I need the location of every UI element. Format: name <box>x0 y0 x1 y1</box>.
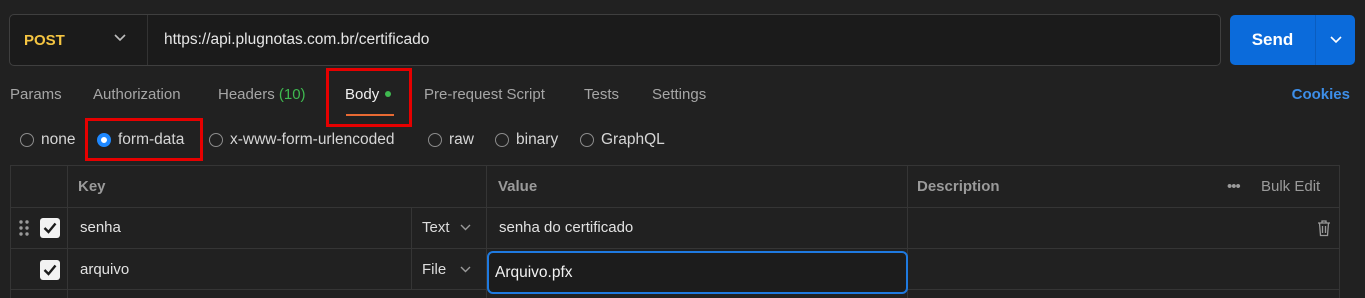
radio-label: none <box>41 131 76 148</box>
url-input[interactable] <box>148 15 1220 65</box>
more-options-icon[interactable]: ••• <box>1227 178 1241 195</box>
form-data-table: Key Value Description ••• Bulk Edit senh… <box>10 165 1340 298</box>
tab-headers[interactable]: Headers (10) <box>218 86 306 103</box>
request-url-bar: POST <box>9 14 1221 66</box>
checkmark-icon <box>43 222 57 234</box>
row-checkbox[interactable] <box>40 218 60 238</box>
body-type-options: none form-data x-www-form-urlencoded raw… <box>0 125 700 157</box>
tab-params[interactable]: Params <box>10 86 62 103</box>
chevron-down-icon <box>460 266 471 273</box>
radio-circle <box>428 133 442 147</box>
radio-label: GraphQL <box>601 131 665 148</box>
key-cell[interactable]: arquivo <box>80 261 129 278</box>
cookies-link[interactable]: Cookies <box>1292 86 1350 103</box>
trash-icon[interactable] <box>1316 219 1332 237</box>
drag-handle-icon[interactable] <box>19 219 29 237</box>
type-select[interactable]: File <box>422 261 471 278</box>
chevron-down-icon <box>460 224 471 231</box>
radio-label: x-www-form-urlencoded <box>230 131 395 148</box>
radio-circle-checked <box>97 133 111 147</box>
header-description: Description <box>917 178 1000 195</box>
radio-circle <box>209 133 223 147</box>
body-indicator-dot <box>385 91 392 97</box>
headers-count: (10) <box>278 86 306 103</box>
chevron-down-icon <box>1329 36 1342 44</box>
tab-headers-label: Headers <box>218 86 275 103</box>
row-checkbox[interactable] <box>40 260 60 280</box>
type-divider <box>411 249 412 289</box>
table-header: Key Value Description ••• Bulk Edit <box>11 166 1339 208</box>
value-file-input[interactable] <box>487 251 908 294</box>
type-select[interactable]: Text <box>422 219 471 236</box>
method-select[interactable]: POST <box>10 15 148 65</box>
send-button[interactable]: Send <box>1230 15 1315 65</box>
method-label: POST <box>24 31 65 49</box>
chevron-down-icon <box>114 34 126 42</box>
header-value: Value <box>498 178 538 195</box>
send-group: Send <box>1230 15 1355 65</box>
checkmark-icon <box>43 264 57 276</box>
type-label: File <box>422 261 447 278</box>
radio-graphql[interactable]: GraphQL <box>580 131 665 149</box>
radio-circle <box>20 133 34 147</box>
header-key: Key <box>78 178 106 195</box>
table-row: arquivo File <box>11 249 1339 294</box>
tab-settings[interactable]: Settings <box>652 86 706 103</box>
table-row: senha Text senha do certificado <box>11 208 1339 249</box>
request-tabs: Params Authorization Headers (10) Body P… <box>0 78 1365 118</box>
radio-raw[interactable]: raw <box>428 131 474 149</box>
send-options-button[interactable] <box>1315 15 1355 65</box>
active-tab-underline <box>346 114 394 116</box>
tab-pre-request-script[interactable]: Pre-request Script <box>424 86 545 103</box>
value-cell[interactable]: senha do certificado <box>499 219 633 236</box>
radio-none[interactable]: none <box>20 131 75 149</box>
tab-tests[interactable]: Tests <box>584 86 619 103</box>
bulk-edit-button[interactable]: Bulk Edit <box>1261 178 1320 195</box>
tab-authorization[interactable]: Authorization <box>93 86 181 103</box>
radio-circle <box>580 133 594 147</box>
radio-circle <box>495 133 509 147</box>
radio-binary[interactable]: binary <box>495 131 558 149</box>
radio-label: form-data <box>118 131 185 148</box>
radio-label: binary <box>516 131 559 148</box>
tab-body[interactable]: Body <box>345 86 392 103</box>
key-cell[interactable]: senha <box>80 219 121 236</box>
type-divider <box>411 208 412 248</box>
tab-body-label: Body <box>345 86 380 103</box>
type-label: Text <box>422 219 450 236</box>
radio-x-www-form-urlencoded[interactable]: x-www-form-urlencoded <box>209 131 395 149</box>
radio-label: raw <box>449 131 474 148</box>
radio-form-data[interactable]: form-data <box>97 131 184 149</box>
